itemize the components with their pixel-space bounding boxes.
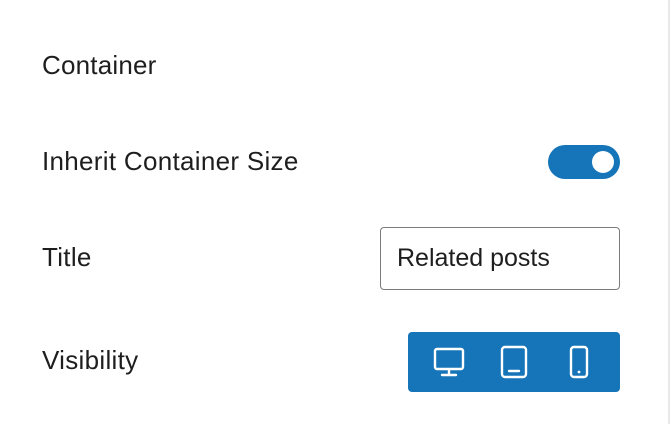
visibility-desktop-button[interactable] — [421, 337, 477, 387]
visibility-mobile-button[interactable] — [551, 337, 607, 387]
title-label: Title — [42, 242, 92, 272]
tablet-icon — [500, 345, 528, 379]
visibility-tablet-button[interactable] — [486, 337, 542, 387]
title-input[interactable] — [380, 227, 620, 290]
inherit-container-size-toggle[interactable] — [548, 145, 620, 179]
toggle-knob — [592, 151, 614, 173]
mobile-icon — [570, 345, 589, 379]
visibility-label: Visibility — [42, 345, 139, 375]
settings-panel: Container Inherit Container Size Title V… — [0, 0, 670, 424]
section-title: Container — [42, 50, 157, 80]
visibility-device-group — [408, 332, 620, 392]
desktop-icon — [433, 347, 464, 377]
inherit-container-size-label: Inherit Container Size — [42, 146, 299, 176]
